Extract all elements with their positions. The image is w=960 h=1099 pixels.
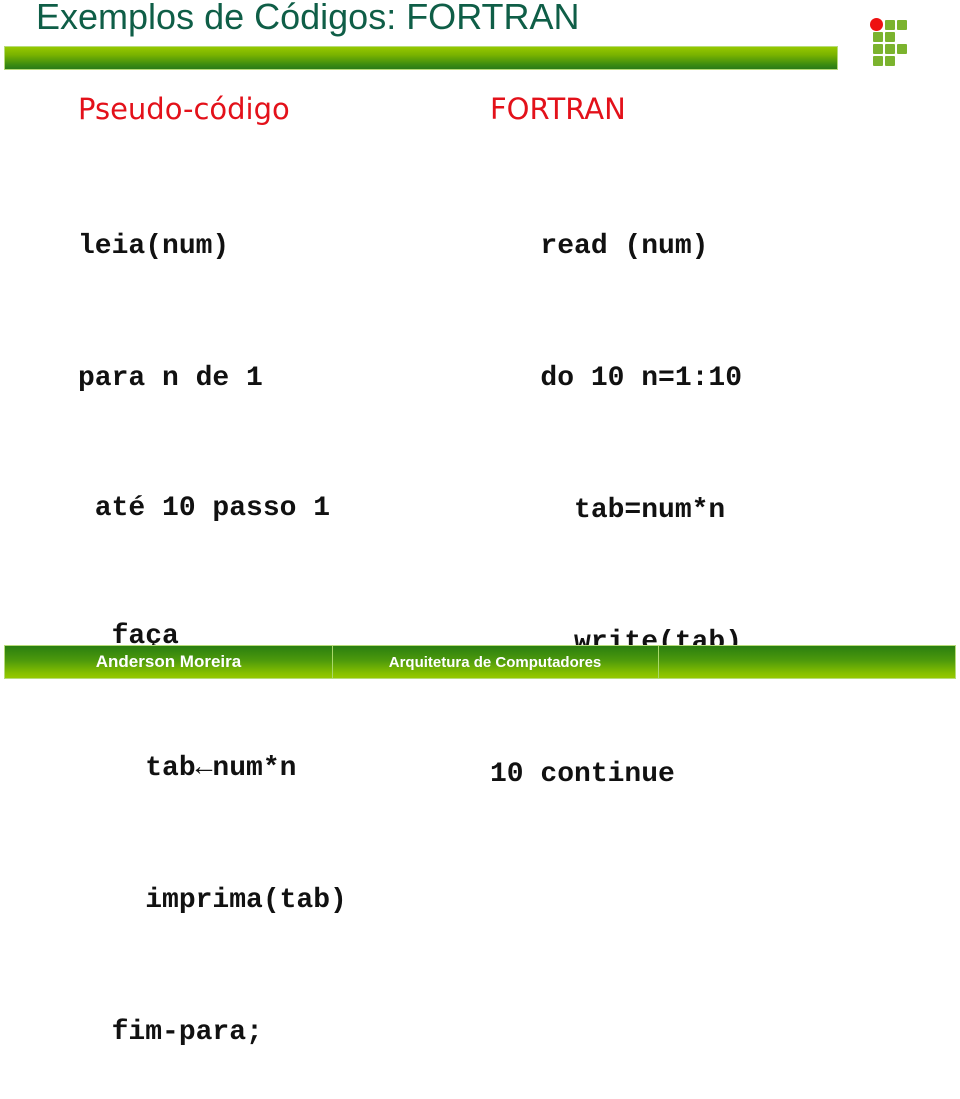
footer-divider — [658, 646, 659, 678]
slide-title: Exemplos de Códigos: FORTRAN — [36, 0, 580, 37]
logo-square — [885, 32, 895, 42]
footer-author: Anderson Moreira — [95, 652, 242, 671]
code-line: para n de 1 — [78, 363, 263, 394]
code-line: do 10 n=1:10 — [490, 363, 743, 394]
logo-square — [873, 56, 883, 66]
code-line: tab←num*n — [78, 753, 297, 784]
code-line: fim-para; — [78, 1017, 263, 1048]
footer-course: Arquitetura de Computadores — [388, 654, 602, 671]
code-line: imprima(tab) — [78, 885, 347, 916]
code-line: tab=num*n — [490, 495, 726, 526]
pseudo-code-block: leia(num) para n de 1 até 10 passo 1 faç… — [78, 137, 347, 1099]
logo-square — [897, 44, 907, 54]
logo-square — [885, 20, 895, 30]
code-line: até 10 passo 1 — [78, 493, 331, 524]
footer-bar: Anderson Moreira Arquitetura de Computad… — [4, 645, 956, 679]
title-underline-bar — [4, 46, 838, 70]
logo-square — [897, 20, 907, 30]
code-line: 10 continue — [490, 759, 675, 790]
logo-square — [873, 44, 883, 54]
logo-square — [885, 56, 895, 66]
institute-logo-icon — [870, 18, 910, 68]
logo-square — [873, 32, 883, 42]
logo-square — [885, 44, 895, 54]
fortran-heading: FORTRAN — [490, 92, 626, 126]
code-line: leia(num) — [78, 231, 230, 262]
pseudo-code-heading: Pseudo-código — [78, 92, 290, 126]
code-line: read (num) — [490, 231, 709, 262]
logo-red-dot — [870, 18, 883, 31]
fortran-code-block: read (num) do 10 n=1:10 tab=num*n write(… — [490, 137, 742, 841]
